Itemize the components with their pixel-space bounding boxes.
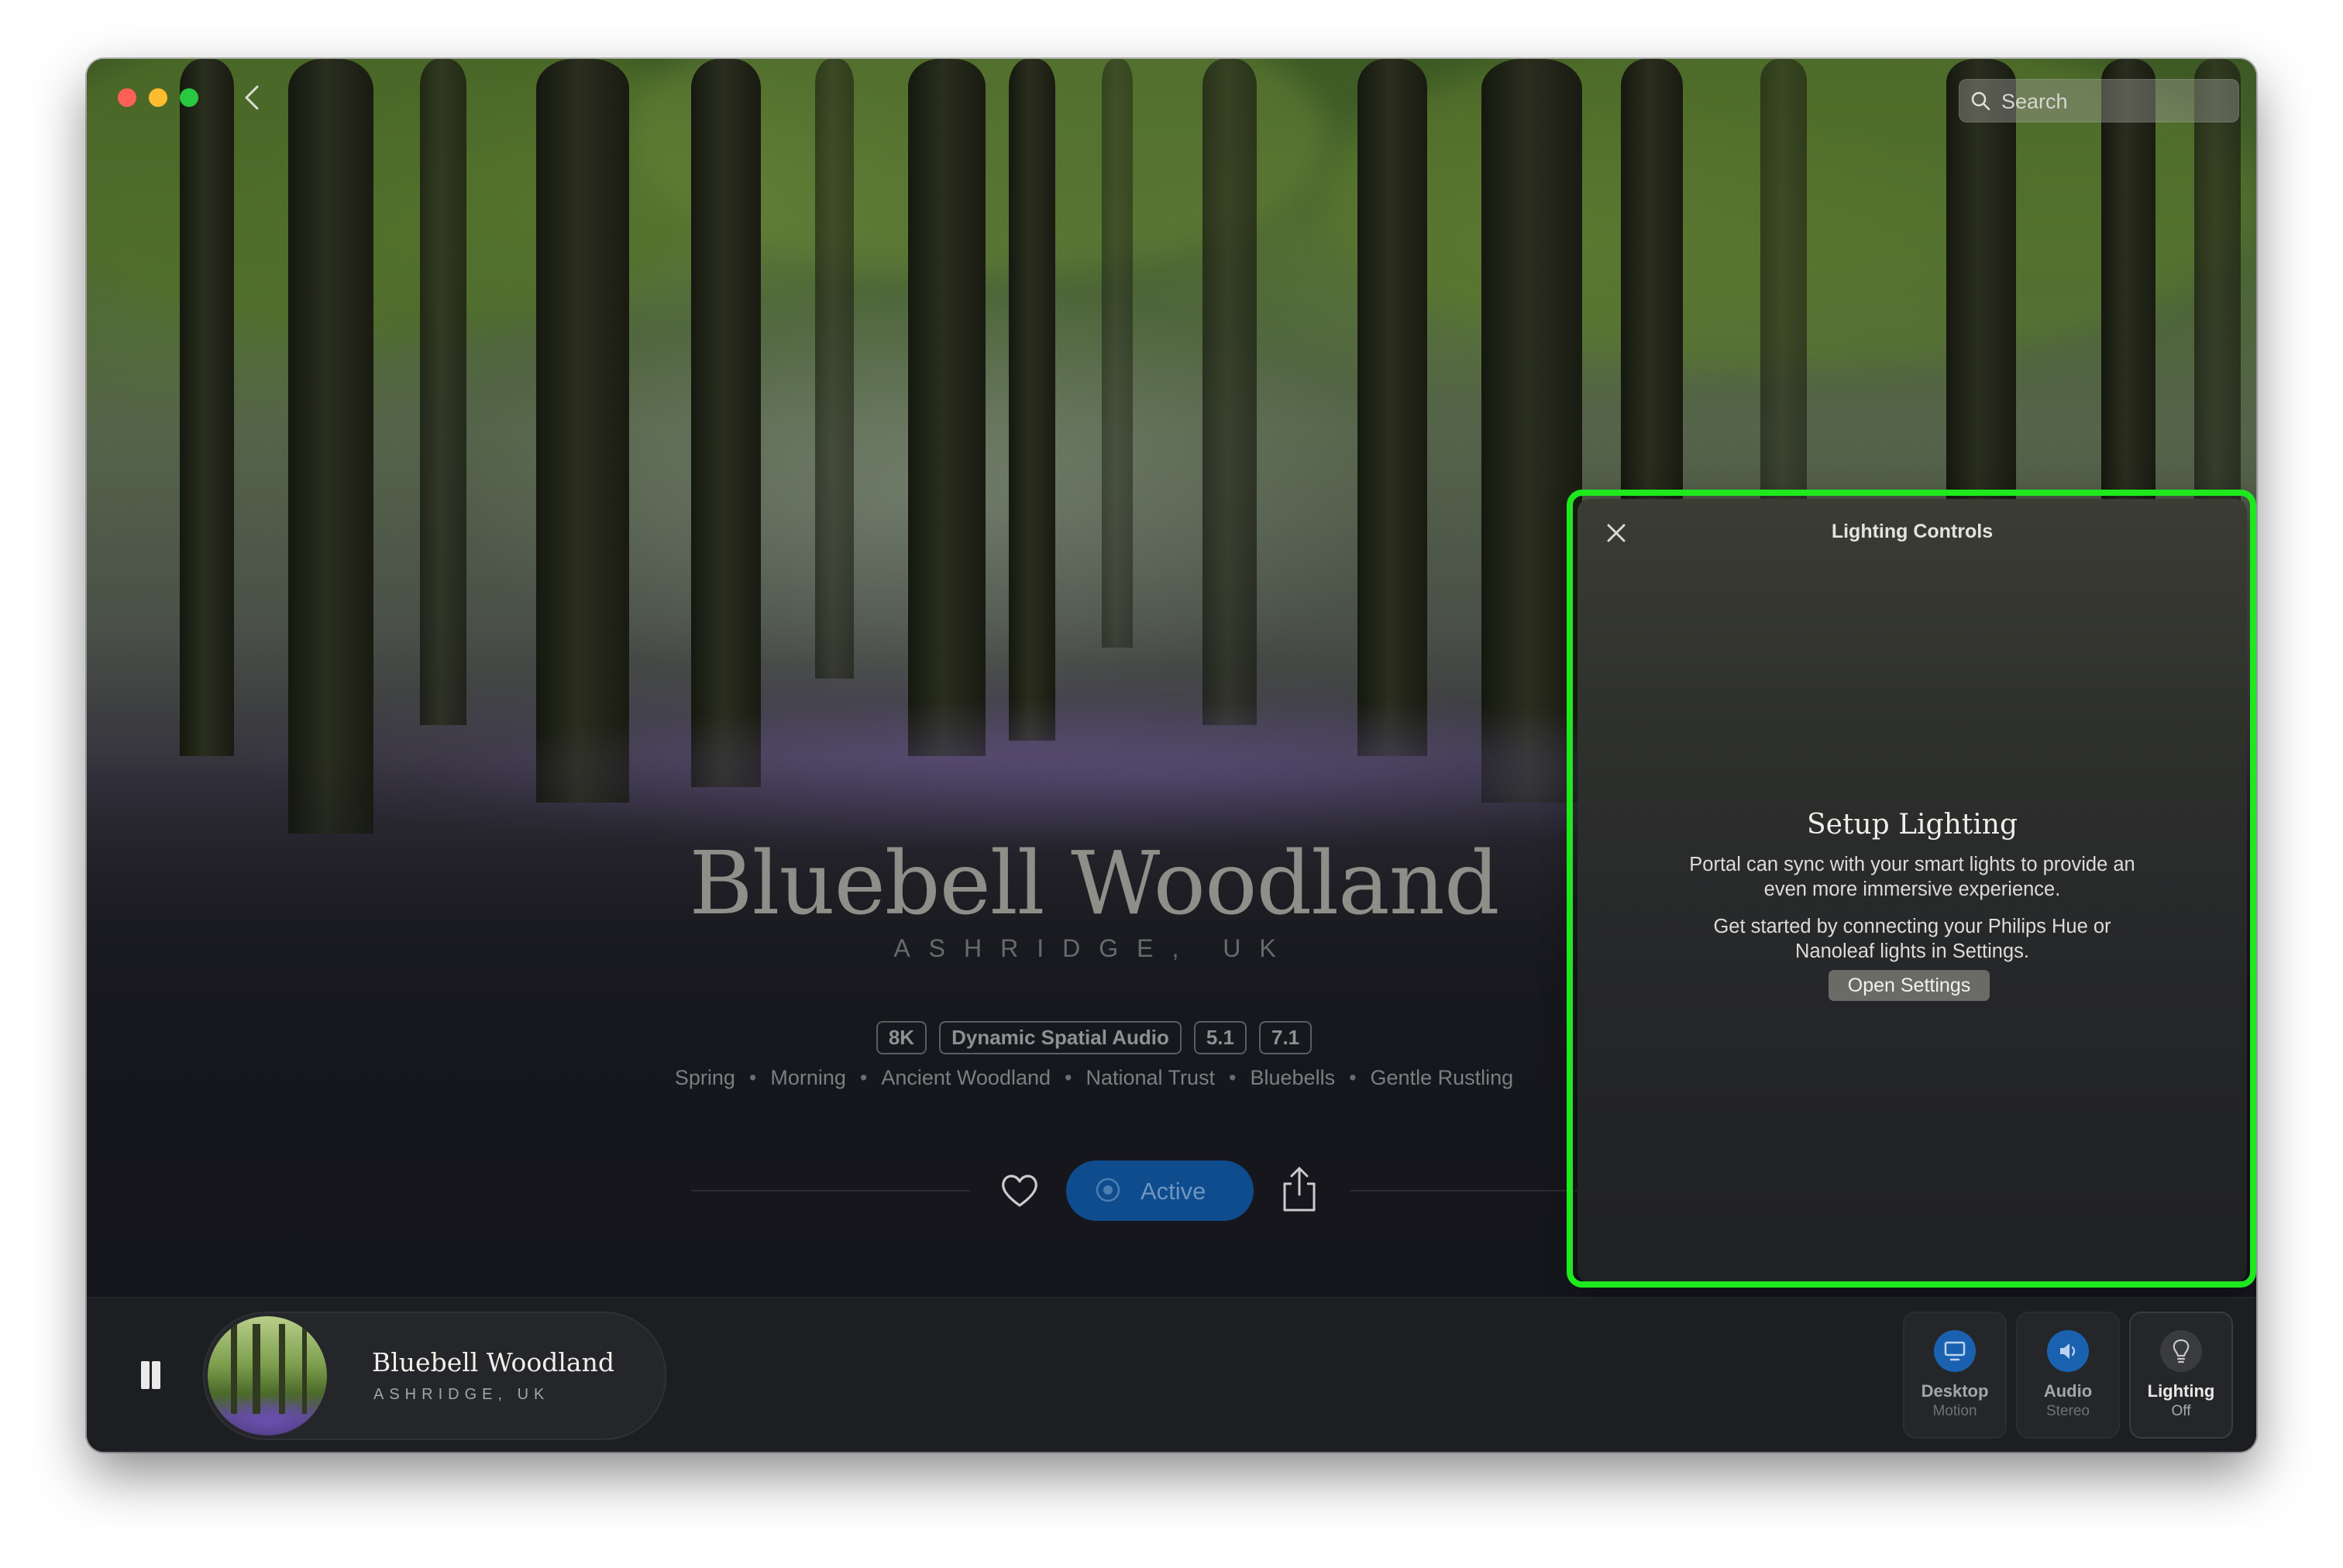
badge-5-1: 5.1 xyxy=(1193,1021,1247,1054)
desktop-control[interactable]: Desktop Motion xyxy=(1903,1312,2007,1439)
panel-title: Lighting Controls xyxy=(1831,521,1994,542)
app-window: Bluebell Woodland ASHRIDGE, UK 8K Dynami… xyxy=(87,59,2256,1452)
badge-spatial-audio: Dynamic Spatial Audio xyxy=(939,1021,1182,1054)
tag: Gentle Rustling xyxy=(1370,1066,1514,1089)
divider xyxy=(1350,1190,1582,1191)
favorite-button[interactable] xyxy=(996,1167,1043,1213)
control-label: Desktop xyxy=(1921,1381,1989,1401)
control-status: Off xyxy=(2171,1403,2191,1419)
tag: Ancient Woodland xyxy=(881,1066,1051,1089)
open-settings-button[interactable]: Open Settings xyxy=(1829,970,1990,1001)
now-playing-card[interactable]: Bluebell Woodland ASHRIDGE, UK xyxy=(203,1312,666,1440)
lighting-controls-panel: Lighting Controls Setup Lighting Portal … xyxy=(1577,499,2247,1283)
search-icon xyxy=(1971,91,1990,111)
control-status: Motion xyxy=(1932,1403,1977,1419)
badge-7-1: 7.1 xyxy=(1259,1021,1313,1054)
tag: National Trust xyxy=(1085,1066,1216,1089)
chevron-left-icon xyxy=(245,85,259,110)
tag: Bluebells xyxy=(1250,1066,1336,1089)
share-button[interactable] xyxy=(1277,1164,1322,1215)
audio-control[interactable]: Audio Stereo xyxy=(2016,1312,2120,1439)
now-playing-title: Bluebell Woodland xyxy=(372,1347,614,1377)
tag: Morning xyxy=(770,1066,846,1089)
tag: Spring xyxy=(674,1066,735,1089)
control-label: Audio xyxy=(2043,1381,2093,1401)
active-label: Active xyxy=(1141,1178,1206,1205)
share-icon xyxy=(1283,1167,1316,1212)
search-field[interactable] xyxy=(1959,79,2239,123)
badge-8k: 8K xyxy=(876,1021,927,1054)
lighting-control[interactable]: Lighting Off xyxy=(2129,1312,2233,1439)
control-label: Lighting xyxy=(2147,1381,2215,1401)
close-window-button[interactable] xyxy=(118,88,136,107)
monitor-icon xyxy=(1934,1330,1976,1372)
search-input[interactable] xyxy=(2000,80,2228,123)
player-bar: Bluebell Woodland ASHRIDGE, UK Desktop M… xyxy=(87,1297,2256,1452)
pause-button[interactable] xyxy=(135,1360,166,1391)
heart-icon xyxy=(1002,1174,1037,1207)
now-playing-location: ASHRIDGE, UK xyxy=(373,1386,550,1403)
setup-heading: Setup Lighting xyxy=(1807,809,2018,841)
speaker-icon xyxy=(2047,1330,2089,1372)
setup-instructions: Get started by connecting your Philips H… xyxy=(1713,916,2111,962)
divider xyxy=(691,1190,970,1191)
active-indicator-icon xyxy=(1096,1178,1120,1202)
lightbulb-icon xyxy=(2160,1330,2202,1372)
setup-description: Portal can sync with your smart lights t… xyxy=(1689,854,2135,900)
back-button[interactable] xyxy=(234,79,271,116)
control-status: Stereo xyxy=(2046,1403,2090,1419)
minimize-window-button[interactable] xyxy=(149,88,167,107)
scene-thumbnail xyxy=(208,1316,327,1436)
active-toggle-button[interactable]: Active xyxy=(1066,1161,1254,1221)
zoom-window-button[interactable] xyxy=(180,88,198,107)
